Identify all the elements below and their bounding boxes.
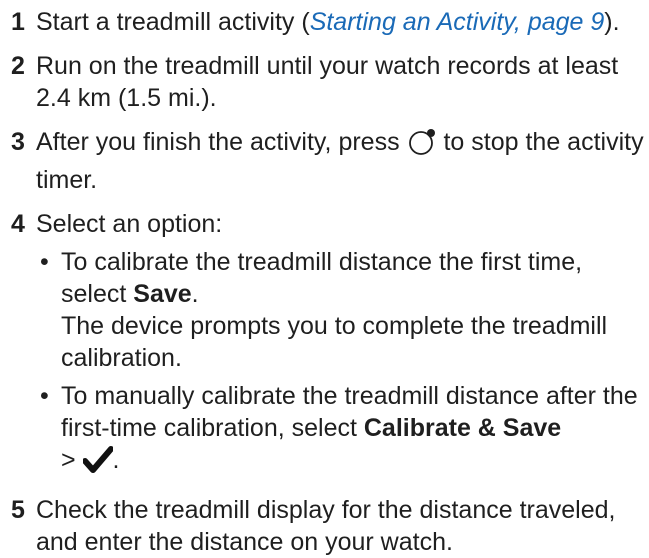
calibrate-save-option-label: Calibrate & Save	[363, 414, 562, 442]
step-1: 1 Start a treadmill activity (Starting a…	[11, 6, 649, 38]
checkmark-icon	[81, 446, 114, 482]
option-first-time: • To calibrate the treadmill distance th…	[36, 246, 649, 374]
step-number: 4	[11, 210, 25, 238]
option-note: The device prompts you to complete the t…	[61, 312, 608, 372]
step-text: Run on the treadmill until your watch re…	[36, 52, 619, 112]
step-number: 1	[11, 8, 25, 36]
step-number: 2	[11, 52, 25, 80]
option-text: To calibrate the treadmill distance the …	[61, 246, 649, 310]
instruction-list: 1 Start a treadmill activity (Starting a…	[0, 0, 649, 556]
step-text-end: ).	[604, 8, 620, 36]
step-2: 2 Run on the treadmill until your watch …	[11, 50, 649, 114]
step-text: Start a treadmill activity (	[36, 8, 310, 36]
save-option-label: Save	[133, 280, 192, 308]
step-text: After you finish the activity, press	[36, 128, 407, 156]
option-text: To manually calibrate the treadmill dist…	[61, 380, 649, 482]
menu-separator: >	[61, 446, 83, 474]
step-text: Select an option:	[36, 210, 223, 238]
step-text: Check the treadmill display for the dist…	[36, 496, 616, 556]
step-3: 3 After you finish the activity, press t…	[11, 126, 649, 196]
option-text-end: .	[112, 446, 120, 474]
step-number: 3	[11, 128, 25, 156]
option-manual: • To manually calibrate the treadmill di…	[36, 380, 649, 482]
step-4: 4 Select an option: • To calibrate the t…	[11, 208, 649, 482]
watch-button-icon	[407, 128, 437, 164]
bullet: •	[40, 382, 49, 410]
option-text-end: .	[191, 280, 199, 308]
page-link[interactable]: Starting an Activity, page 9	[310, 8, 605, 36]
bullet: •	[40, 248, 49, 276]
step-number: 5	[11, 496, 25, 524]
step-5: 5 Check the treadmill display for the di…	[11, 494, 649, 558]
